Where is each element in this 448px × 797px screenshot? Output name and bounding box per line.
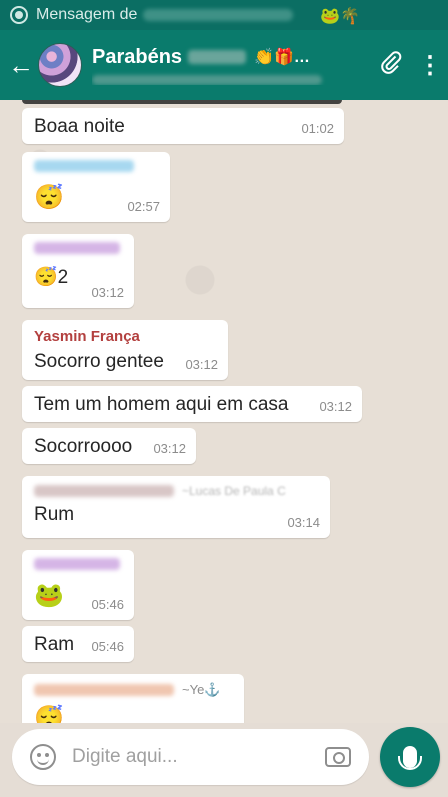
message-bubble[interactable]: 🐸 05:46 bbox=[22, 550, 134, 620]
group-title: Parabéns 👏🎁… bbox=[92, 46, 370, 69]
message-text: Rum bbox=[34, 504, 75, 525]
notification-text: Mensagem de bbox=[36, 6, 138, 23]
arrow-back-icon[interactable]: ← bbox=[4, 30, 38, 100]
paperclip-glyph bbox=[381, 50, 402, 74]
camera-icon[interactable] bbox=[325, 747, 351, 767]
group-members-blurred bbox=[92, 74, 322, 85]
message-time: 03:12 bbox=[185, 357, 218, 372]
sender-name-blurred bbox=[34, 242, 120, 254]
message-time: 02:57 bbox=[127, 199, 160, 214]
chat-header: ← Parabéns 👏🎁… ⋮ bbox=[0, 30, 448, 100]
sender-name-blurred bbox=[34, 558, 120, 570]
more-vertical-icon[interactable]: ⋮ bbox=[412, 51, 448, 80]
sender-phone-blurred bbox=[34, 684, 174, 696]
message-list[interactable]: Boaa noite 01:02 😴 02:57 😴2 03:12 Yasmin… bbox=[0, 100, 448, 723]
message-compose-bar bbox=[12, 729, 369, 785]
message-bubble[interactable]: Socorroooo 03:12 bbox=[22, 428, 196, 464]
sender-phone-blurred bbox=[34, 485, 174, 497]
message-time: 05:46 bbox=[91, 639, 124, 654]
message-bubble[interactable]: Boaa noite 01:02 bbox=[22, 108, 344, 144]
mic-icon bbox=[398, 746, 422, 770]
message-bubble[interactable]: Yasmin França Socorro gentee 03:12 bbox=[22, 320, 228, 380]
previous-media-edge bbox=[22, 100, 342, 104]
message-text: Tem um homem aqui em casa bbox=[34, 394, 289, 415]
message-time: 03:12 bbox=[91, 285, 124, 300]
group-avatar[interactable] bbox=[38, 43, 82, 87]
sender-name: Yasmin França bbox=[34, 328, 140, 345]
whatsapp-icon bbox=[10, 6, 28, 24]
message-time: 05:46 bbox=[91, 597, 124, 612]
message-text: 😴 bbox=[34, 704, 232, 723]
sender-line: ~Ye⚓ bbox=[34, 682, 232, 698]
message-bubble[interactable]: ~Ye⚓ 😴 bbox=[22, 674, 244, 723]
sender-push-name: ~Ye⚓ bbox=[182, 682, 221, 697]
message-bubble[interactable]: 😴 02:57 bbox=[22, 152, 170, 222]
message-time: 01:02 bbox=[301, 121, 334, 136]
message-bubble[interactable]: 😴2 03:12 bbox=[22, 234, 134, 308]
message-bubble[interactable]: ~Lucas De Paula C Rum 03:14 bbox=[22, 476, 330, 538]
message-text: Boaa noite bbox=[34, 116, 125, 137]
sender-name-blurred bbox=[34, 160, 134, 172]
sleeping-emoji: 😴 bbox=[34, 705, 64, 723]
message-bubble[interactable]: Tem um homem aqui em casa 03:12 bbox=[22, 386, 362, 422]
smiley-icon[interactable] bbox=[30, 744, 56, 770]
message-time: 03:14 bbox=[287, 515, 320, 530]
message-time: 03:12 bbox=[319, 399, 352, 414]
sleeping-emoji: 😴 bbox=[34, 184, 64, 211]
group-name-blurred bbox=[188, 50, 247, 64]
paperclip-icon[interactable] bbox=[370, 50, 412, 81]
status-bar: Mensagem de 🐸🌴 bbox=[0, 0, 448, 30]
group-info[interactable]: Parabéns 👏🎁… bbox=[92, 46, 370, 85]
notification-emojis: 🐸🌴 bbox=[320, 8, 360, 25]
message-time: 03:12 bbox=[153, 441, 186, 456]
group-name-emojis: 👏🎁… bbox=[254, 49, 310, 66]
frog-emoji: 🐸 bbox=[34, 582, 64, 609]
sender-line: ~Lucas De Paula C bbox=[34, 484, 318, 498]
message-bubble[interactable]: Ram 05:46 bbox=[22, 626, 134, 662]
notification-sender-blurred bbox=[143, 9, 294, 21]
sender-push-name: ~Lucas De Paula C bbox=[182, 484, 286, 498]
group-name: Parabéns bbox=[92, 45, 183, 68]
message-input[interactable] bbox=[72, 746, 325, 768]
mic-button[interactable] bbox=[380, 727, 440, 787]
